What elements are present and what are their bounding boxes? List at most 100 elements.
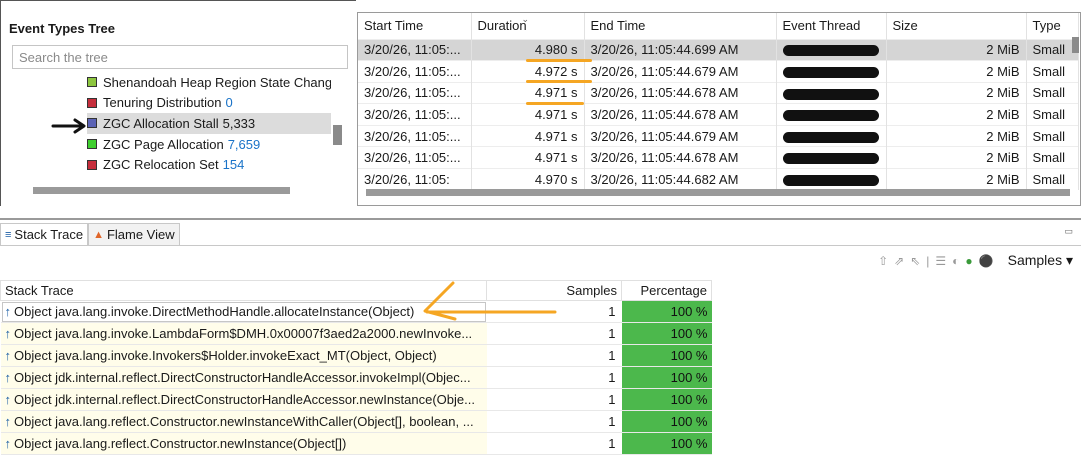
samples-cell: 1 — [486, 366, 622, 389]
end-time-cell: 3/20/26, 11:05:44.682 AM — [584, 168, 777, 191]
event-color-swatch — [87, 159, 97, 170]
column-header-percentage[interactable]: Percentage — [621, 280, 712, 301]
event-thread-cell — [776, 146, 887, 169]
minimize-icon[interactable]: ▭ — [1064, 226, 1073, 237]
thread-icon[interactable]: ◐ — [952, 254, 959, 268]
annotation-underline — [526, 102, 584, 105]
column-header-type[interactable]: Type — [1026, 13, 1079, 39]
samples-cell: 1 — [486, 432, 622, 455]
stack-frame-cell: ↑ Object java.lang.reflect.Constructor.ne… — [0, 432, 487, 455]
group-icon[interactable]: ⚫ — [979, 254, 994, 268]
tree-item-label: ZGC Allocation Stall — [103, 115, 219, 131]
size-cell: 2 MiB — [886, 168, 1027, 191]
tree-item-label: Shenandoah Heap Region State Chang — [103, 74, 331, 90]
table-row[interactable]: ↑ Object java.lang.reflect.Constructor.ne… — [0, 410, 712, 433]
duration-cell: 4.971 s — [471, 146, 585, 169]
start-time-cell: 3/20/26, 11:05:... — [358, 38, 472, 61]
table-row[interactable]: 3/20/26, 11:05:... 4.971 s 3/20/26, 11:0… — [358, 81, 1079, 104]
table-row[interactable]: ↑ Object jdk.internal.reflect.DirectConst… — [0, 388, 712, 411]
type-cell: Small — [1026, 168, 1079, 191]
type-cell: Small — [1026, 60, 1079, 83]
frame-arrow-icon: ↑ — [4, 414, 12, 429]
table-row[interactable]: ↑ Object java.lang.invoke.Invokers$Holder… — [0, 344, 712, 367]
events-table-panel: Start Time ⌄ Duration End Time Event Thre… — [357, 12, 1081, 206]
table-row[interactable]: 3/20/26, 11:05:... 4.971 s 3/20/26, 11:0… — [358, 124, 1079, 147]
tree-item-count: 7,659 — [227, 136, 261, 152]
redacted-thread-name — [782, 131, 879, 143]
tab-label: Flame View — [106, 227, 175, 242]
table-row[interactable]: 3/20/26, 11:05:... 4.972 s 3/20/26, 11:0… — [358, 60, 1079, 83]
end-time-cell: 3/20/26, 11:05:44.699 AM — [584, 38, 777, 61]
end-time-cell: 3/20/26, 11:05:44.678 AM — [584, 146, 777, 169]
start-time-cell: 3/20/26, 11:05:... — [358, 60, 472, 83]
tree-item-label: Tenuring Distribution — [103, 95, 222, 111]
table-row[interactable]: ↑ Object java.lang.invoke.DirectMethodHan… — [0, 300, 712, 323]
event-color-swatch — [87, 77, 97, 88]
event-types-tree-panel: Event Types Tree Shenandoah Heap Region … — [0, 0, 356, 206]
event-color-swatch — [87, 139, 97, 150]
samples-cell: 1 — [486, 322, 622, 345]
tree-item-count: 0 — [225, 95, 233, 111]
list-icon: ≡ — [5, 228, 12, 241]
table-row[interactable]: ↑ Object java.lang.reflect.Constructor.ne… — [0, 432, 712, 455]
duration-cell: 4.971 s — [471, 81, 585, 104]
samples-cell: 1 — [486, 344, 622, 367]
tree-item-zgc-allocation-stall[interactable]: ZGC Allocation Stall 5,333 — [87, 113, 331, 134]
duration-cell: 4.980 s — [471, 38, 585, 61]
column-header-start-time[interactable]: Start Time — [358, 13, 472, 39]
end-time-cell: 3/20/26, 11:05:44.678 AM — [584, 81, 777, 104]
collapse-all-icon[interactable]: ⇧ — [878, 254, 888, 268]
column-header-end-time[interactable]: End Time — [584, 13, 777, 39]
stack-trace-toolbar: ⇧ ⇗ ⇖ | ☰ ◐ ● ⚫ Samples ▾ — [878, 252, 1073, 269]
tree-horizontal-scrollbar[interactable] — [33, 187, 290, 194]
event-color-swatch — [87, 118, 97, 129]
duration-cell: 4.971 s — [471, 103, 585, 126]
sort-descending-icon: ⌄ — [521, 14, 530, 24]
column-header-event-thread[interactable]: Event Thread — [776, 13, 887, 39]
tree-item-tenuring[interactable]: Tenuring Distribution 0 — [87, 93, 331, 114]
tab-stack-trace[interactable]: ≡ Stack Trace — [0, 223, 89, 245]
tree-vertical-scrollbar[interactable] — [333, 125, 342, 145]
percentage-cell: 100 % — [621, 322, 712, 345]
percentage-cell: 100 % — [621, 344, 712, 367]
start-time-cell: 3/20/26, 11:05:... — [358, 146, 472, 169]
column-header-stack-trace[interactable]: Stack Trace — [0, 280, 487, 301]
table-row[interactable]: 3/20/26, 11:05:... 4.971 s 3/20/26, 11:0… — [358, 103, 1079, 126]
expand-icon[interactable]: ⇗ — [894, 254, 904, 268]
stack-frame-cell: ↑ Object java.lang.reflect.Constructor.ne… — [0, 410, 487, 433]
table-row[interactable]: ↑ Object java.lang.invoke.LambdaForm$DMH.… — [0, 322, 712, 345]
panel-divider[interactable] — [0, 218, 1081, 220]
annotation-underline — [526, 59, 592, 62]
samples-dropdown[interactable]: Samples ▾ — [1008, 252, 1073, 269]
event-thread-cell — [776, 81, 887, 104]
distinguish-frames-icon[interactable]: ● — [965, 254, 972, 268]
table-vertical-scrollbar[interactable] — [1072, 37, 1079, 53]
table-row[interactable]: ↑ Object jdk.internal.reflect.DirectConst… — [0, 366, 712, 389]
tree-item-zgc-page-allocation[interactable]: ZGC Page Allocation 7,659 — [87, 134, 331, 155]
tree-search-input[interactable] — [12, 45, 348, 69]
table-row[interactable]: 3/20/26, 11:05:... 4.980 s 3/20/26, 11:0… — [358, 38, 1079, 61]
table-horizontal-scrollbar[interactable] — [366, 189, 1070, 196]
collapse-icon[interactable]: ⇖ — [910, 254, 920, 268]
frame-arrow-icon: ↑ — [4, 436, 12, 451]
frame-arrow-icon: ↑ — [4, 348, 12, 363]
stack-frame-cell: ↑ Object java.lang.invoke.LambdaForm$DMH.… — [0, 322, 487, 345]
stack-frame-cell: ↑ Object jdk.internal.reflect.DirectConst… — [0, 388, 487, 411]
column-header-size[interactable]: Size — [886, 13, 1027, 39]
tree-item-zgc-relocation-set[interactable]: ZGC Relocation Set 154 — [87, 154, 331, 175]
start-time-cell: 3/20/26, 11:05:... — [358, 124, 472, 147]
stack-frame-cell: ↑ Object jdk.internal.reflect.DirectConst… — [0, 366, 487, 389]
redacted-thread-name — [782, 45, 879, 57]
start-time-cell: 3/20/26, 11:05: — [358, 168, 472, 191]
tab-flame-view[interactable]: ▲ Flame View — [88, 223, 180, 245]
table-row[interactable]: 3/20/26, 11:05:... 4.971 s 3/20/26, 11:0… — [358, 146, 1079, 169]
column-header-duration[interactable]: ⌄ Duration — [471, 13, 585, 39]
tree-layout-icon[interactable]: ☰ — [935, 254, 946, 268]
event-thread-cell — [776, 124, 887, 147]
redacted-thread-name — [782, 153, 879, 165]
percentage-cell: 100 % — [621, 366, 712, 389]
tree-item-shenandoah[interactable]: Shenandoah Heap Region State Chang — [87, 72, 331, 93]
annotation-arrow-icon — [423, 281, 557, 321]
table-row[interactable]: 3/20/26, 11:05: 4.970 s 3/20/26, 11:05:4… — [358, 168, 1079, 191]
end-time-cell: 3/20/26, 11:05:44.679 AM — [584, 124, 777, 147]
